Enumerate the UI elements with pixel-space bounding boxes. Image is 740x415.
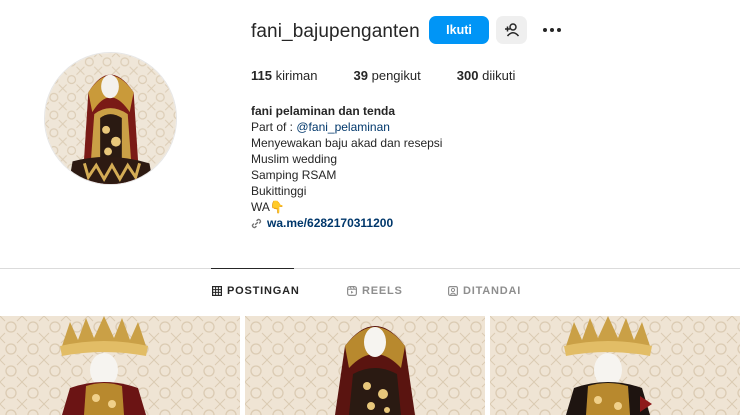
tab-reels[interactable]: REELS (347, 285, 403, 297)
link-icon (251, 218, 262, 228)
profile-username: fani_bajupenganten (251, 21, 420, 42)
followers-count[interactable]: 39 pengikut (354, 68, 421, 83)
bio-line: WA👇 (251, 200, 285, 214)
bio-line: Muslim wedding (251, 152, 338, 166)
following-count[interactable]: 300 diikuti (457, 68, 516, 83)
bio-part-of: Part of : @fani_pelaminan (251, 120, 390, 134)
person-add-icon (504, 23, 519, 37)
profile-avatar[interactable] (44, 52, 177, 185)
post-image (245, 316, 485, 415)
bio-line: Bukittinggi (251, 184, 307, 198)
post-thumbnail[interactable] (490, 316, 740, 415)
more-options-icon (543, 28, 547, 32)
bio-mention-link[interactable]: @fani_pelaminan (296, 120, 390, 134)
grid-icon (212, 286, 222, 296)
profile-stats: 115 kiriman 39 pengikut 300 diikuti (251, 68, 551, 83)
post-thumbnail[interactable] (245, 316, 485, 415)
post-image (490, 316, 740, 415)
more-options-button[interactable] (541, 20, 563, 40)
post-thumbnail[interactable] (0, 316, 240, 415)
tabs-divider (0, 268, 740, 269)
posts-count: 115 kiriman (251, 68, 318, 83)
tab-tagged[interactable]: DITANDAI (448, 285, 521, 297)
bio-line: Menyewakan baju akad dan resepsi (251, 136, 443, 150)
reels-icon (347, 286, 357, 296)
suggest-accounts-button[interactable] (496, 16, 527, 44)
bio-line: Samping RSAM (251, 168, 337, 182)
tagged-icon (448, 286, 458, 296)
bio-external-link[interactable]: wa.me/6282170311200 (251, 215, 442, 231)
active-tab-indicator (211, 268, 294, 269)
posts-grid (0, 316, 740, 415)
post-image (0, 316, 240, 415)
tab-posts[interactable]: POSTINGAN (212, 285, 300, 297)
avatar-photo (45, 53, 176, 184)
follow-button[interactable]: Ikuti (429, 16, 489, 44)
bio-name: fani pelaminan dan tenda (251, 104, 396, 118)
profile-bio: fani pelaminan dan tenda Part of : @fani… (251, 103, 442, 231)
profile-tabs: POSTINGAN REELS DITANDAI (0, 285, 740, 301)
